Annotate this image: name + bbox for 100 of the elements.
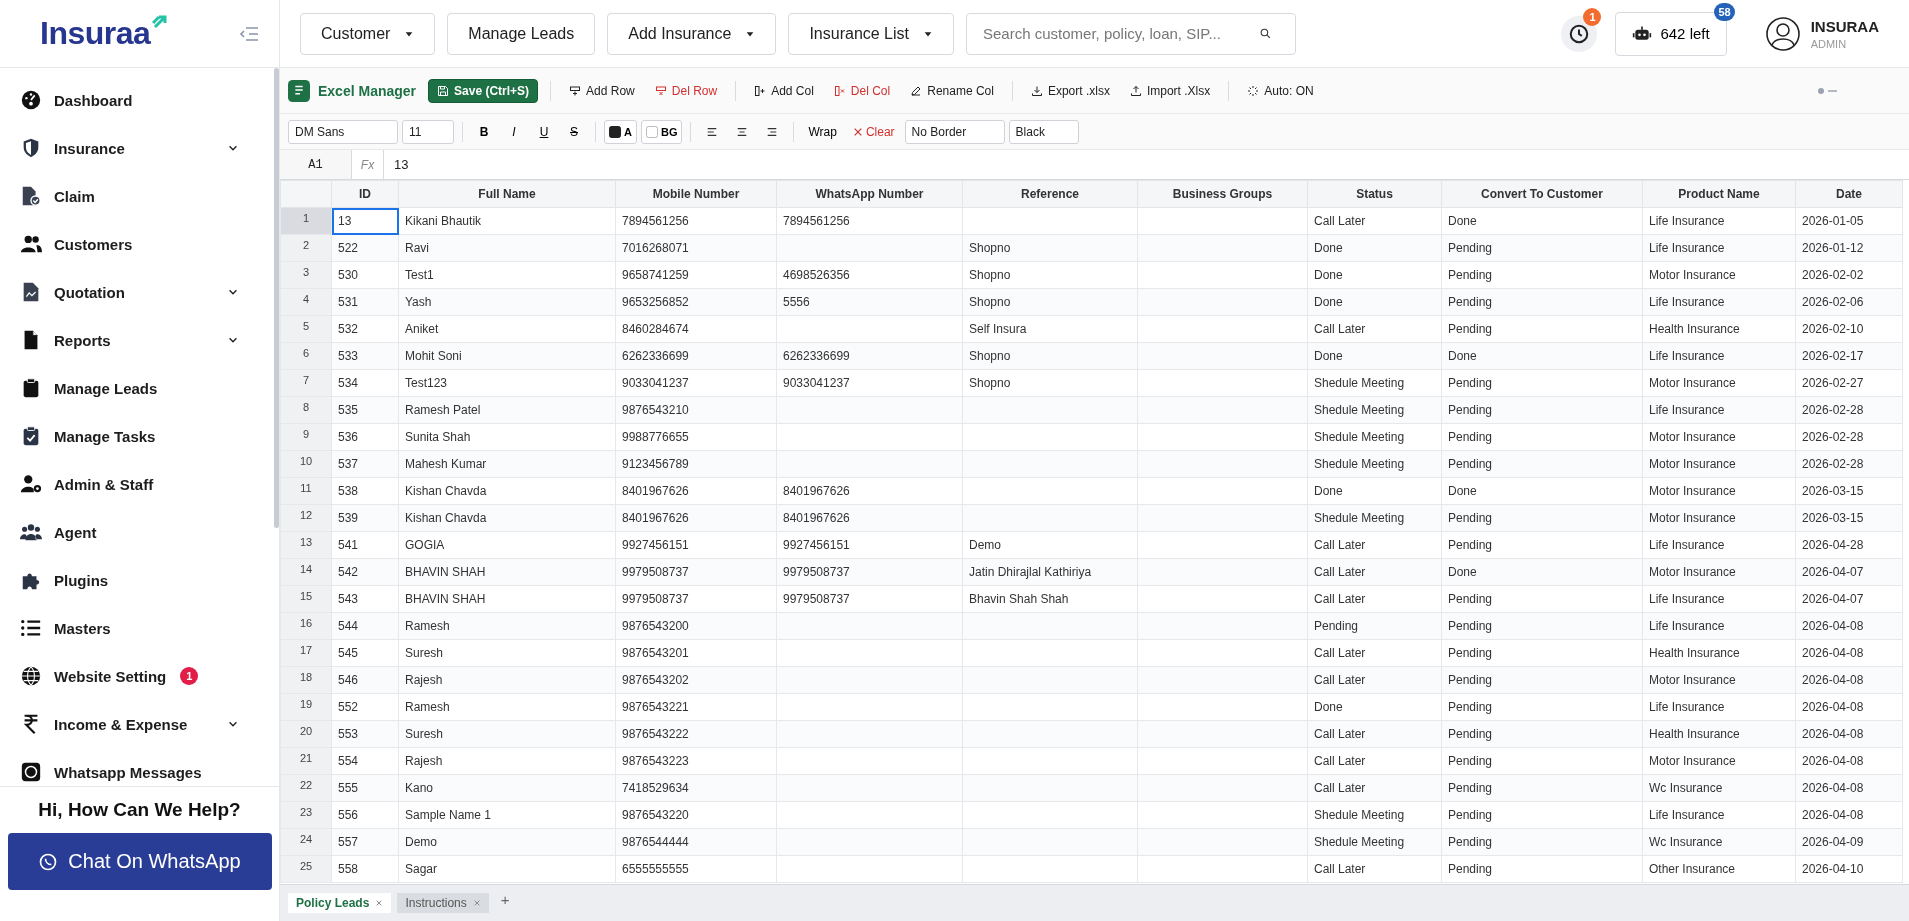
table-cell: 9653256852 (615, 288, 777, 316)
row-number[interactable]: 19 (280, 693, 332, 721)
sidebar-item[interactable]: Plugins (20, 556, 275, 604)
nav-button[interactable]: Customer (300, 12, 436, 55)
row-number[interactable]: 22 (280, 774, 332, 802)
corner-cell[interactable] (280, 180, 332, 208)
nav-button[interactable]: Insurance List (788, 12, 954, 55)
row-number[interactable]: 12 (280, 504, 332, 532)
column-header[interactable]: WhatsApp Number (776, 180, 963, 208)
row-number[interactable]: 10 (280, 450, 332, 478)
italic-button[interactable]: I (501, 119, 527, 144)
toolbar-button[interactable]: Import .Xlsx (1123, 78, 1217, 103)
toolbar-button[interactable]: Add Row (563, 78, 641, 103)
chat-button[interactable]: Chat On WhatsApp (7, 833, 272, 890)
sidebar-item[interactable]: Insurance (20, 124, 275, 172)
sheet-tab[interactable]: Policy Leads (288, 893, 392, 913)
table-cell: Demo (962, 531, 1138, 559)
row-number[interactable]: 2 (280, 234, 332, 262)
column-header[interactable]: Convert To Customer (1441, 180, 1643, 208)
sidebar-item[interactable]: Dashboard (20, 76, 275, 124)
sidebar-item[interactable]: Website Setting 1 (20, 652, 275, 700)
row-number[interactable]: 21 (280, 747, 332, 775)
column-header[interactable]: ID (331, 180, 399, 208)
table-cell[interactable]: 13 (331, 207, 399, 235)
sidebar-item[interactable]: Manage Tasks (20, 412, 275, 460)
toolbar-button[interactable]: Del Col (827, 78, 897, 103)
row-number[interactable]: 11 (280, 477, 332, 505)
row-number[interactable]: 5 (280, 315, 332, 343)
toolbar-button[interactable]: Save (Ctrl+S) (428, 78, 539, 103)
nav-button[interactable]: Manage Leads (447, 12, 596, 55)
reminder-button[interactable] (1561, 15, 1598, 52)
table-cell: Life Insurance (1642, 234, 1796, 262)
column-header[interactable]: Mobile Number (615, 180, 777, 208)
table-cell: 557 (331, 828, 399, 856)
clear-button[interactable]: Clear (846, 119, 901, 144)
sheet-tab[interactable]: Instructions (397, 893, 489, 913)
row-number[interactable]: 24 (280, 828, 332, 856)
row-number[interactable]: 23 (280, 801, 332, 829)
sidebar-item[interactable]: Customers (20, 220, 275, 268)
sidebar-item[interactable]: Agent (20, 508, 275, 556)
table-cell: Call Later (1307, 747, 1442, 775)
toolbar-button[interactable]: Export .xlsx (1024, 78, 1116, 103)
bold-button[interactable]: B (471, 119, 497, 144)
row-number[interactable]: 1 (280, 207, 332, 235)
sidebar-item[interactable]: Manage Leads (20, 364, 275, 412)
sidebar-item[interactable]: Admin & Staff (20, 460, 275, 508)
toolbar-button[interactable]: Del Row (648, 78, 724, 103)
toolbar-button[interactable]: Add Col (748, 78, 820, 103)
row-remove-icon (654, 84, 667, 97)
nav-button[interactable]: Add Insurance (607, 12, 777, 55)
table-cell: Motor Insurance (1642, 423, 1796, 451)
sidebar-item[interactable]: Claim (20, 172, 275, 220)
column-header[interactable]: Reference (962, 180, 1138, 208)
formula-field[interactable]: 13 (384, 150, 1909, 179)
toolbar-button[interactable]: Rename Col (904, 78, 1000, 103)
sidebar-item[interactable]: Reports (20, 316, 275, 364)
row-number[interactable]: 13 (280, 531, 332, 559)
toolbar-button[interactable]: Auto: ON (1241, 78, 1320, 103)
table-cell: 9979508737 (776, 558, 963, 586)
row-number[interactable]: 14 (280, 558, 332, 586)
sidebar-item[interactable]: Quotation (20, 268, 275, 316)
font-size-field[interactable]: 11 (402, 119, 454, 144)
row-number[interactable]: 6 (280, 342, 332, 370)
row-number[interactable]: 25 (280, 855, 332, 883)
sidebar-item[interactable]: Masters (20, 604, 275, 652)
sidebar-item[interactable]: Income & Expense (20, 700, 275, 748)
sidebar-item[interactable]: Whatsapp Messages (20, 748, 275, 786)
text-color-button[interactable]: A (604, 119, 637, 144)
add-sheet-button[interactable]: + (494, 887, 516, 911)
column-header[interactable]: Product Name (1642, 180, 1796, 208)
color-select[interactable]: Black (1008, 119, 1079, 144)
wrap-button[interactable]: Wrap (802, 119, 843, 144)
column-header[interactable]: Date (1795, 180, 1903, 208)
logo[interactable]: Insuraa (40, 15, 170, 52)
row-number[interactable]: 9 (280, 423, 332, 451)
save-icon (437, 84, 450, 97)
column-header[interactable]: Status (1307, 180, 1442, 208)
row-number[interactable]: 15 (280, 585, 332, 613)
app-title: Excel Manager (318, 82, 417, 99)
row-number[interactable]: 7 (280, 369, 332, 397)
scrollbar[interactable] (274, 68, 279, 528)
border-select[interactable]: No Border (904, 119, 1005, 144)
search-field[interactable]: Search customer, policy, loan, SIP... (966, 12, 1296, 55)
column-header[interactable]: Full Name (398, 180, 616, 208)
fill-color-button[interactable]: BG (640, 119, 683, 144)
table-cell: Test123 (398, 369, 616, 397)
table-cell: 2026-03-15 (1795, 504, 1903, 532)
row-number[interactable]: 4 (280, 288, 332, 316)
font-field[interactable]: DM Sans (288, 119, 398, 144)
column-header[interactable]: Business Groups (1137, 180, 1308, 208)
row-number[interactable]: 16 (280, 612, 332, 640)
row-number[interactable]: 3 (280, 261, 332, 289)
underline-button[interactable]: U (531, 119, 557, 144)
row-number[interactable]: 17 (280, 639, 332, 667)
table-cell: 542 (331, 558, 399, 586)
row-number[interactable]: 20 (280, 720, 332, 748)
row-number[interactable]: 8 (280, 396, 332, 424)
row-number[interactable]: 18 (280, 666, 332, 694)
strikethrough-button[interactable]: S (561, 119, 587, 144)
table-cell: Shedule Meeting (1307, 504, 1442, 532)
